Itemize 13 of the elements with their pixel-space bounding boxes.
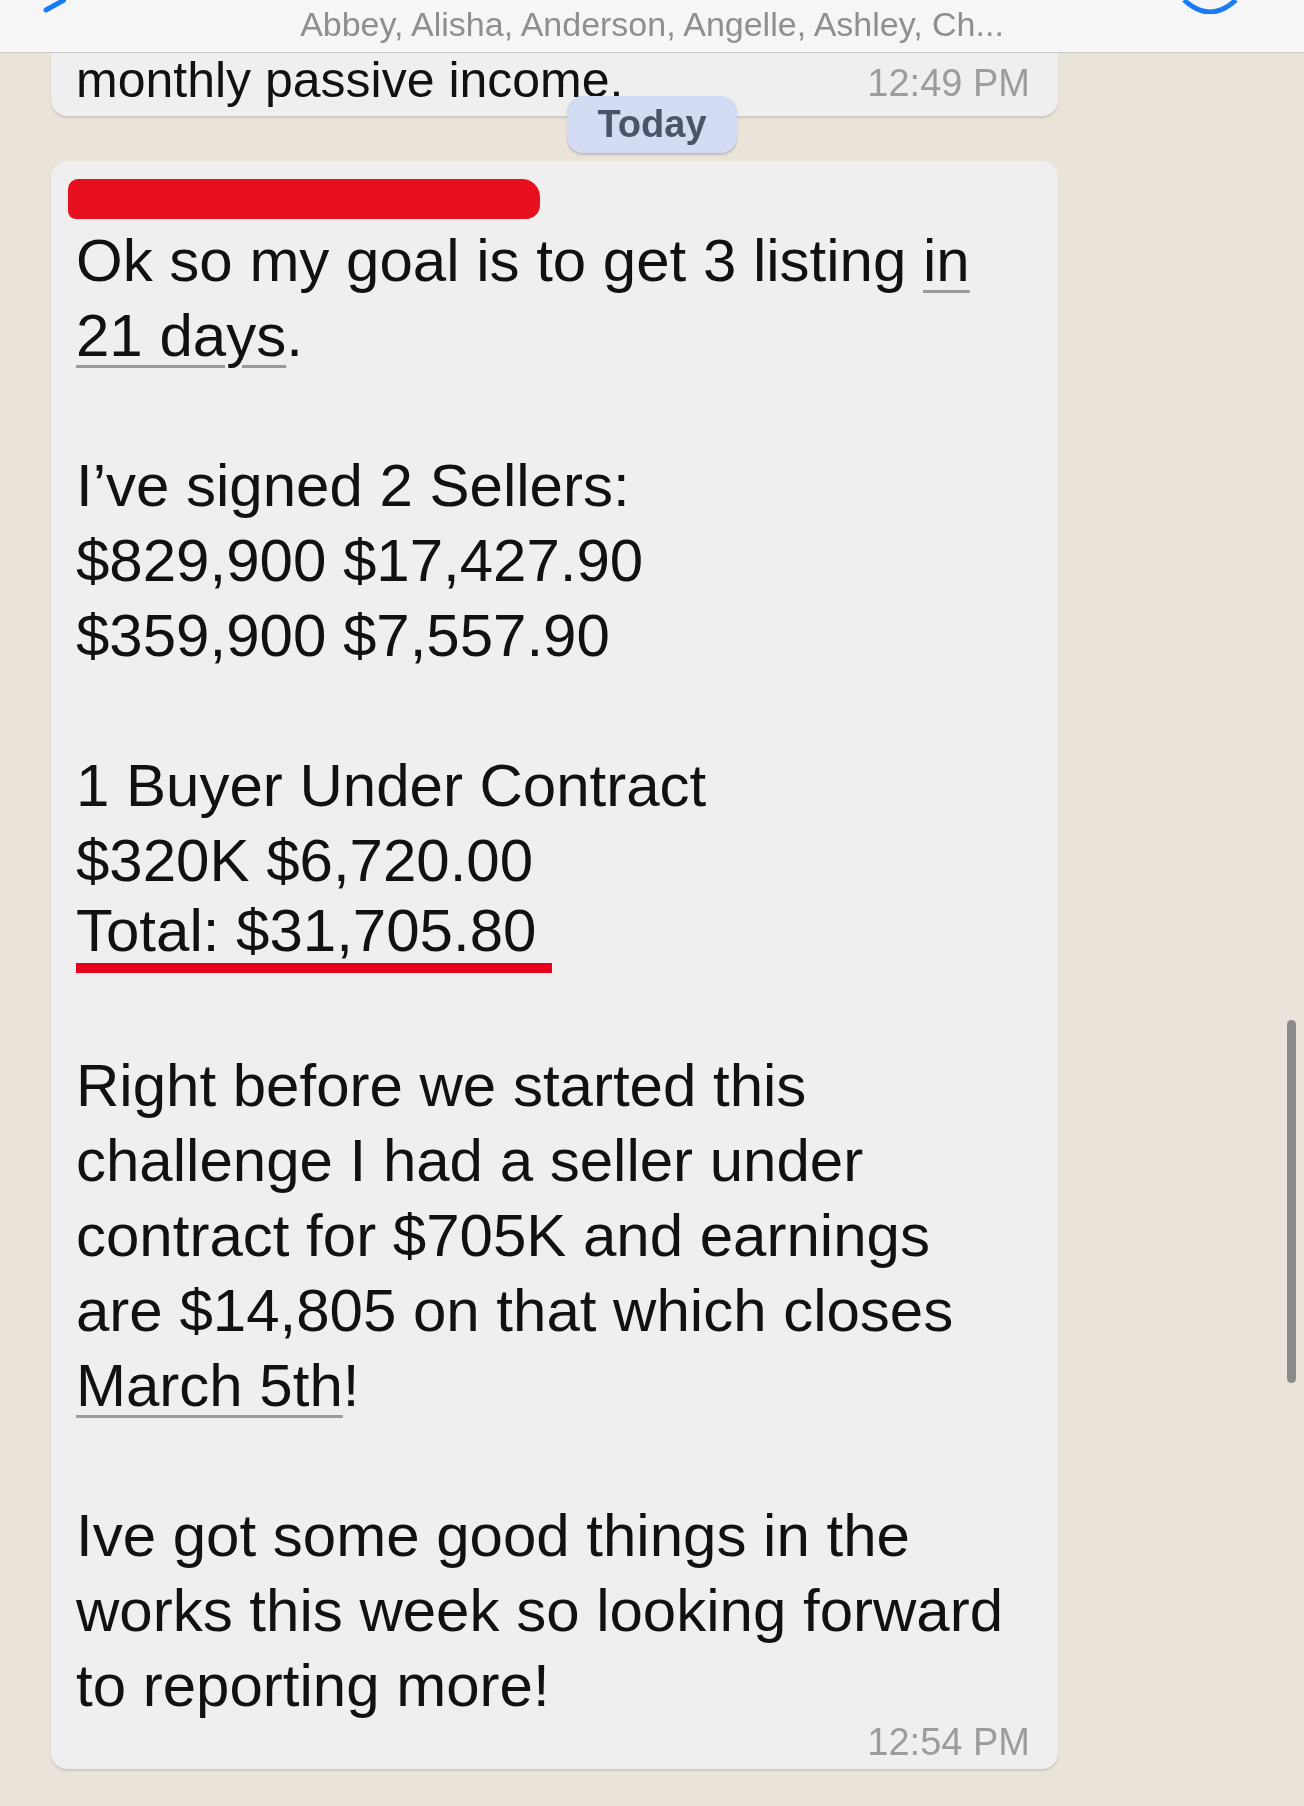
message-time: 12:54 PM bbox=[867, 1721, 1030, 1763]
back-icon[interactable] bbox=[40, 0, 66, 14]
scroll-bar[interactable] bbox=[1287, 1020, 1296, 1383]
message-text: Right before we started this challenge I had a seller under contract for $705K and earnings are $14,805 on that which closes March 5th! bbox=[76, 1051, 954, 1421]
text-link[interactable]: in bbox=[923, 227, 970, 294]
message-text: 1 Buyer Under Contract $320K $6,720.00 Total: $31,705.80 bbox=[76, 748, 707, 973]
text-link[interactable]: March 5th bbox=[76, 1352, 343, 1419]
message-time: 12:49 PM bbox=[867, 62, 1030, 104]
message-text: Ive got some good things in the works this week so looking forward to reporting more! bbox=[76, 1501, 1004, 1721]
day-separator: Today bbox=[567, 96, 737, 153]
text-link[interactable]: 21 days bbox=[76, 302, 287, 369]
message-text: Ok so my goal is to get 3 listing in 21 days. bbox=[76, 226, 970, 371]
message-text: I’ve signed 2 Sellers: $829,900 $17,427.90 $359,900 $7,557.90 bbox=[76, 451, 644, 671]
